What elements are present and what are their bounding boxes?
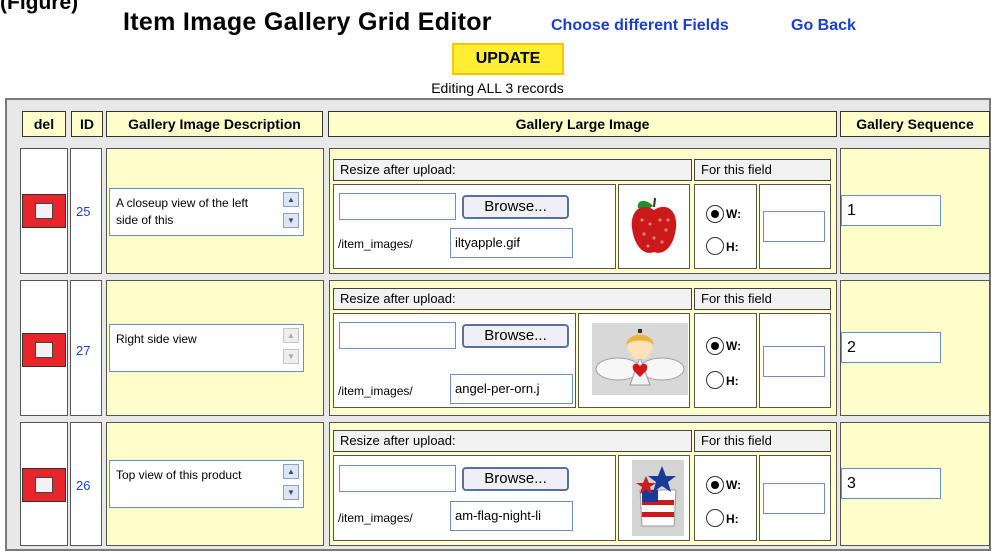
column-header-sequence: Gallery Sequence (840, 111, 990, 137)
column-header-description: Gallery Image Description (106, 111, 323, 137)
angel-ornament-thumbnail (592, 323, 688, 400)
resize-width-radio[interactable] (706, 205, 724, 223)
resize-width-radio[interactable] (706, 337, 724, 355)
scroll-up-icon[interactable]: ▲ (283, 464, 299, 479)
file-path-input[interactable] (339, 322, 456, 349)
resize-size-input[interactable] (763, 211, 825, 242)
update-button[interactable]: UPDATE (452, 43, 564, 75)
radio-selected-dot (711, 210, 719, 218)
record-id: 27 (76, 343, 91, 358)
width-label: W: (726, 478, 742, 492)
scroll-down-icon[interactable]: ▼ (283, 485, 299, 500)
resize-height-radio[interactable] (706, 237, 724, 255)
for-this-field-label: For this field (694, 288, 831, 310)
radio-selected-dot (711, 342, 719, 350)
column-header-id: ID (71, 111, 103, 137)
scroll-up-icon[interactable]: ▲ (283, 192, 299, 207)
for-this-field-label: For this field (694, 159, 831, 181)
description-textarea[interactable]: A closeup view of the left side of this … (109, 188, 304, 236)
sequence-input[interactable]: 3 (841, 468, 941, 499)
choose-fields-link[interactable]: Choose different Fields (551, 17, 729, 35)
sequence-input[interactable]: 1 (841, 195, 941, 226)
description-text: A closeup view of the left side of this (116, 196, 249, 227)
resize-option-cell (694, 313, 757, 408)
delete-checkbox[interactable] (35, 203, 53, 219)
filename-input[interactable]: angel-per-orn.j (450, 374, 573, 404)
browse-button[interactable]: Browse... (462, 324, 569, 348)
column-header-large-image: Gallery Large Image (328, 111, 837, 137)
path-prefix-label: /item_images/ (338, 384, 413, 398)
flag-ornament-thumbnail (632, 460, 684, 541)
filename-input[interactable]: iltyapple.gif (450, 228, 573, 258)
height-label: H: (726, 512, 739, 526)
editing-status: Editing ALL 3 records (431, 80, 564, 96)
resize-label: Resize after upload: (333, 159, 692, 181)
path-prefix-label: /item_images/ (338, 237, 413, 251)
resize-height-radio[interactable] (706, 509, 724, 527)
file-path-input[interactable] (339, 193, 456, 220)
record-id: 26 (76, 478, 91, 493)
delete-checkbox[interactable] (35, 342, 53, 358)
path-prefix-label: /item_images/ (338, 511, 413, 525)
file-path-input[interactable] (339, 465, 456, 492)
textarea-scrollbar[interactable]: ▲ ▼ (283, 464, 299, 506)
for-this-field-label: For this field (694, 430, 831, 452)
resize-option-cell (694, 184, 757, 269)
resize-height-radio[interactable] (706, 371, 724, 389)
sequence-input[interactable]: 2 (841, 332, 941, 363)
resize-option-cell (694, 455, 757, 541)
column-header-del: del (22, 111, 66, 137)
delete-checkbox-wrap (22, 468, 66, 502)
description-text: Right side view (116, 332, 197, 346)
resize-size-input[interactable] (763, 346, 825, 377)
resize-size-input[interactable] (763, 483, 825, 514)
textarea-scrollbar[interactable]: ▲ ▼ (283, 328, 299, 370)
resize-label: Resize after upload: (333, 430, 692, 452)
filename-input[interactable]: am-flag-night-li (450, 501, 573, 531)
description-textarea[interactable]: Top view of this product ▲ ▼ (109, 460, 304, 508)
apple-thumbnail (622, 190, 686, 267)
height-label: H: (726, 374, 739, 388)
page-header: Item Image Gallery Grid Editor Choose di… (0, 8, 995, 44)
scroll-up-icon[interactable]: ▲ (283, 328, 299, 343)
scroll-down-icon[interactable]: ▼ (283, 349, 299, 364)
radio-selected-dot (711, 481, 719, 489)
delete-checkbox-wrap (22, 333, 66, 367)
description-textarea[interactable]: Right side view ▲ ▼ (109, 324, 304, 372)
record-id: 25 (76, 204, 91, 219)
page-title: Item Image Gallery Grid Editor (123, 8, 492, 36)
scroll-down-icon[interactable]: ▼ (283, 213, 299, 228)
height-label: H: (726, 240, 739, 254)
width-label: W: (726, 207, 742, 221)
browse-button[interactable]: Browse... (462, 195, 569, 219)
delete-checkbox-wrap (22, 194, 66, 228)
go-back-link[interactable]: Go Back (791, 17, 856, 35)
description-text: Top view of this product (116, 468, 242, 482)
resize-label: Resize after upload: (333, 288, 692, 310)
browse-button[interactable]: Browse... (462, 467, 569, 491)
width-label: W: (726, 339, 742, 353)
textarea-scrollbar[interactable]: ▲ ▼ (283, 192, 299, 234)
delete-checkbox[interactable] (35, 477, 53, 493)
resize-width-radio[interactable] (706, 476, 724, 494)
